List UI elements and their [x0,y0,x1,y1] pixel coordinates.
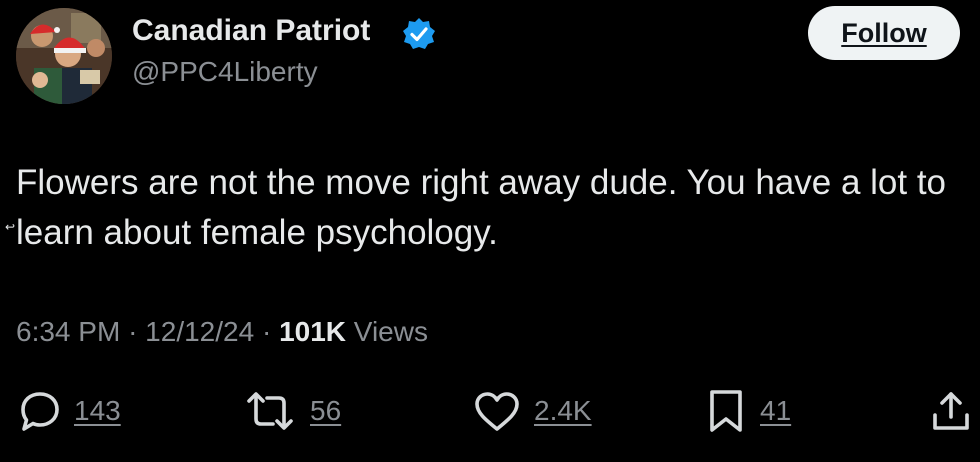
meta-separator: · [128,316,138,347]
repost-count: 56 [310,395,342,426]
heart-icon [475,392,519,431]
share-button[interactable] [930,388,972,434]
text-cursor-marker: ↩ [5,220,16,234]
post-date[interactable]: 12/12/24 [145,316,254,347]
bookmark-button[interactable]: 41 [704,388,791,434]
like-count: 2.4K [534,395,592,426]
like-button[interactable]: 2.4K [472,388,592,434]
tweet-card: Canadian Patriot @PPC4Liberty Follow ↩ F… [0,0,980,462]
avatar-photo [16,8,112,104]
verified-badge-icon [403,18,435,49]
views-label: Views [353,316,428,347]
meta-separator: · [261,316,272,347]
views-count: 101K [279,316,346,347]
follow-button[interactable]: Follow [808,6,960,60]
display-name[interactable]: Canadian Patriot [132,14,370,48]
share-icon [933,392,969,430]
repost-button[interactable]: 56 [242,388,341,434]
bookmark-icon [710,390,742,432]
reply-icon [21,392,59,431]
tweet-text: Flowers are not the move right away dude… [16,163,947,252]
bookmark-count: 41 [760,395,792,426]
author-handle[interactable]: @PPC4Liberty [132,56,318,88]
post-time[interactable]: 6:34 PM [16,316,120,347]
reply-button[interactable]: 143 [18,388,121,434]
tweet-meta: 6:34 PM · 12/12/24 · 101K Views [16,316,428,348]
repost-icon [247,392,293,430]
reply-count: 143 [74,395,121,426]
avatar[interactable] [16,8,112,104]
